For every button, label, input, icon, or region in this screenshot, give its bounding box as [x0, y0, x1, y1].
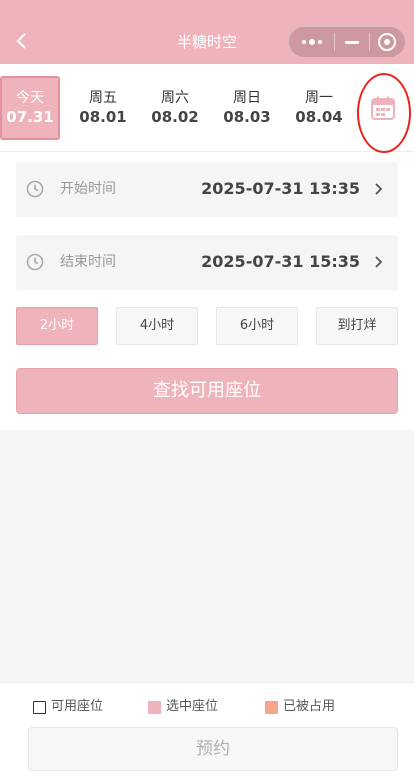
legend-swatch	[265, 700, 278, 714]
legend-swatch	[33, 700, 46, 714]
date-item-date: 07.31	[6, 108, 54, 126]
find-seats-button[interactable]: 查找可用座位	[16, 368, 398, 414]
chevron-right-icon	[375, 256, 383, 268]
legend-occupied: 已被占用	[265, 699, 335, 715]
calendar-button[interactable]	[358, 76, 408, 140]
date-item-today[interactable]: 今天 07.31	[0, 76, 60, 140]
duration-6h-button[interactable]: 6小时	[216, 307, 298, 345]
start-time-field[interactable]: 开始时间 2025-07-31 13:35	[16, 162, 398, 217]
more-button[interactable]	[289, 26, 334, 58]
clock-icon	[26, 180, 44, 198]
duration-2h-button[interactable]: 2小时	[16, 307, 98, 345]
end-time-value: 2025-07-31 15:35	[201, 252, 360, 271]
nav-bar: 半糖时空	[0, 0, 414, 64]
miniprogram-capsule	[288, 26, 406, 58]
calendar-icon	[371, 96, 395, 120]
date-item-sun[interactable]: 周日 08.03	[217, 76, 277, 140]
date-item-name: 今天	[16, 90, 44, 106]
chevron-right-icon	[375, 183, 383, 195]
end-time-label: 结束时间	[60, 254, 116, 270]
legend-label: 可用座位	[51, 699, 104, 714]
date-item-date: 08.02	[151, 108, 199, 126]
legend-label: 已被占用	[283, 699, 336, 714]
date-item-name: 周一	[305, 90, 333, 106]
duration-4h-button[interactable]: 4小时	[116, 307, 198, 345]
booking-panel: 今天 07.31 周五 08.01 周六 08.02 周日 08.03 周一 0…	[0, 64, 414, 430]
legend-swatch	[148, 700, 161, 714]
date-item-name: 周日	[233, 90, 261, 106]
close-button[interactable]	[370, 26, 405, 58]
date-selector: 今天 07.31 周五 08.01 周六 08.02 周日 08.03 周一 0…	[0, 64, 414, 153]
date-item-name: 周六	[161, 90, 189, 106]
end-time-field[interactable]: 结束时间 2025-07-31 15:35	[16, 235, 398, 290]
minus-icon	[344, 40, 359, 44]
minimize-button[interactable]	[335, 26, 368, 58]
booking-footer: 可用座位 选中座位 已被占用 预约	[0, 682, 414, 780]
start-time-label: 开始时间	[60, 181, 116, 197]
book-button[interactable]: 预约	[28, 727, 398, 771]
clock-icon	[26, 253, 44, 271]
target-icon	[378, 33, 397, 51]
legend-label: 选中座位	[166, 699, 219, 714]
date-item-fri[interactable]: 周五 08.01	[73, 76, 133, 140]
duration-closing-button[interactable]: 到打烊	[316, 307, 398, 345]
date-item-date: 08.03	[223, 108, 271, 126]
legend-available: 可用座位	[33, 699, 103, 715]
legend-selected: 选中座位	[148, 699, 218, 715]
date-item-date: 08.01	[79, 108, 127, 126]
date-item-mon[interactable]: 周一 08.04	[289, 76, 349, 140]
more-dots-icon	[301, 39, 322, 45]
date-item-name: 周五	[89, 90, 117, 106]
date-item-date: 08.04	[295, 108, 343, 126]
date-item-sat[interactable]: 周六 08.02	[145, 76, 205, 140]
start-time-value: 2025-07-31 13:35	[201, 179, 360, 198]
